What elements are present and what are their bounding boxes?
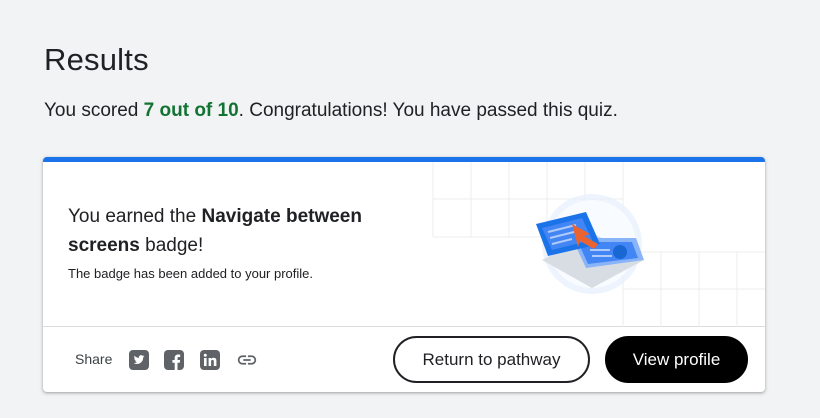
score-value: 7 out of 10	[143, 100, 239, 121]
twitter-icon[interactable]	[128, 349, 150, 371]
score-summary: You scored 7 out of 10. Congratulations!…	[44, 100, 618, 122]
view-profile-button[interactable]: View profile	[605, 336, 748, 383]
earned-suffix: badge!	[139, 235, 204, 256]
badge-earned-message: You earned the Navigate between screens …	[68, 202, 398, 260]
share-label: Share	[75, 351, 113, 367]
badge-card-footer: Share Return to pathway View profile	[43, 328, 765, 392]
navigate-between-screens-badge-icon	[536, 194, 644, 294]
score-prefix: You scored	[44, 100, 144, 121]
facebook-icon[interactable]	[163, 349, 185, 371]
results-page: Results You scored 7 out of 10. Congratu…	[0, 0, 820, 418]
badge-card: You earned the Navigate between screens …	[43, 157, 765, 392]
badge-added-note: The badge has been added to your profile…	[68, 266, 314, 281]
score-suffix: . Congratulations! You have passed this …	[238, 100, 618, 121]
page-title: Results	[44, 42, 149, 77]
badge-card-body: You earned the Navigate between screens …	[43, 162, 765, 327]
linkedin-icon[interactable]	[199, 349, 221, 371]
earned-prefix: You earned the	[68, 206, 202, 227]
link-icon[interactable]	[236, 349, 258, 371]
return-to-pathway-button[interactable]: Return to pathway	[393, 336, 590, 383]
